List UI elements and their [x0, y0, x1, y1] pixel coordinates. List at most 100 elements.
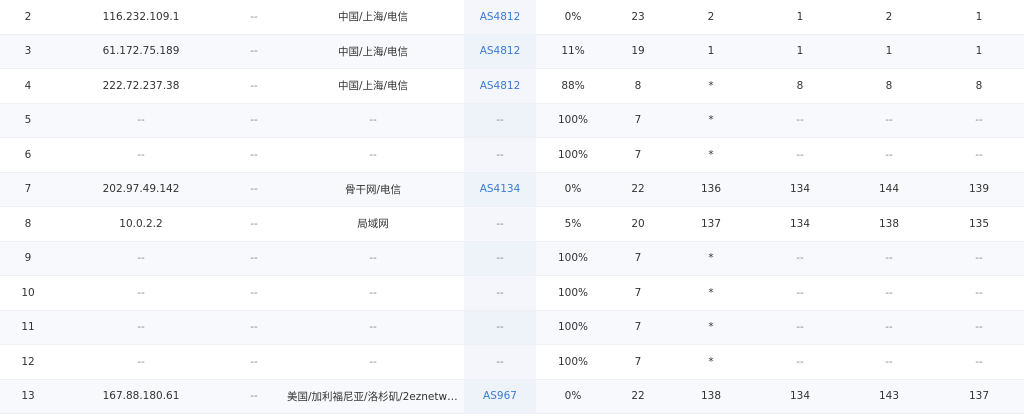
location-cell: 骨干网/电信: [344, 183, 402, 196]
worst-cell: 8: [975, 79, 983, 92]
asn-cell: --: [464, 138, 536, 172]
asn-cell: --: [464, 207, 536, 241]
hop-cell: 11: [21, 321, 35, 334]
avg-cell: --: [796, 321, 804, 334]
worst-cell: --: [975, 148, 983, 161]
best-cell: --: [885, 321, 893, 334]
table-row: 13 167.88.180.61 -- 美国/加利福尼亚/洛杉矶/2eznetwo..…: [0, 379, 1024, 414]
sent-cell: 22: [631, 183, 645, 196]
ip-cell: 116.232.109.1: [102, 10, 180, 23]
asn-cell[interactable]: AS4812: [464, 34, 536, 68]
sent-cell: 7: [634, 321, 642, 334]
best-cell: 143: [878, 390, 900, 403]
last-cell: 1: [707, 45, 715, 58]
table-row: 4 222.72.237.38 -- 中国/上海/电信 AS4812 88% 8 * 8 8 8: [0, 69, 1024, 104]
hostname-cell: --: [250, 148, 258, 161]
ip-cell: 222.72.237.38: [102, 79, 180, 92]
loss-cell: 0%: [564, 10, 582, 23]
hostname-cell: --: [250, 217, 258, 230]
hop-cell: 6: [24, 148, 32, 161]
sent-cell: 19: [631, 45, 645, 58]
best-cell: --: [885, 286, 893, 299]
loss-cell: 88%: [561, 79, 585, 92]
table-row: 10 -- -- -- -- 100% 7 * -- -- --: [0, 276, 1024, 311]
avg-cell: --: [796, 252, 804, 265]
loss-cell: 100%: [557, 114, 589, 127]
hop-cell: 8: [24, 217, 32, 230]
last-cell: 2: [707, 10, 715, 23]
table-row: 12 -- -- -- -- 100% 7 * -- -- --: [0, 345, 1024, 380]
table-row: 9 -- -- -- -- 100% 7 * -- -- --: [0, 241, 1024, 276]
location-cell: --: [369, 355, 377, 368]
ip-cell: --: [137, 148, 145, 161]
last-cell: *: [708, 252, 714, 265]
sent-cell: 22: [631, 390, 645, 403]
last-cell: 138: [700, 390, 722, 403]
avg-cell: 8: [796, 79, 804, 92]
asn-link[interactable]: AS4812: [480, 80, 521, 92]
hostname-cell: --: [250, 321, 258, 334]
worst-cell: 135: [968, 217, 990, 230]
avg-cell: --: [796, 286, 804, 299]
hop-cell: 10: [21, 286, 35, 299]
sent-cell: 23: [631, 10, 645, 23]
last-cell: *: [708, 321, 714, 334]
asn-link[interactable]: AS4134: [480, 183, 521, 195]
ip-cell: --: [137, 114, 145, 127]
asn-cell[interactable]: AS967: [464, 379, 536, 413]
best-cell: 8: [885, 79, 893, 92]
ip-cell: --: [137, 355, 145, 368]
asn-cell: --: [464, 276, 536, 310]
asn-link[interactable]: AS4812: [480, 45, 521, 57]
hostname-cell: --: [250, 390, 258, 403]
traceroute-table: 2 116.232.109.1 -- 中国/上海/电信 AS4812 0% 23 2 1 2 1 3 6…: [0, 0, 1024, 414]
last-cell: *: [708, 79, 714, 92]
hostname-cell: --: [250, 79, 258, 92]
best-cell: 138: [878, 217, 900, 230]
asn-cell[interactable]: AS4134: [464, 172, 536, 206]
hop-cell: 2: [24, 10, 32, 23]
last-cell: 136: [700, 183, 722, 196]
location-cell: --: [369, 286, 377, 299]
sent-cell: 7: [634, 114, 642, 127]
ip-cell: 61.172.75.189: [102, 45, 180, 58]
loss-cell: 5%: [564, 217, 582, 230]
asn-link[interactable]: AS4812: [480, 11, 521, 23]
hop-cell: 4: [24, 79, 32, 92]
worst-cell: 139: [968, 183, 990, 196]
worst-cell: --: [975, 355, 983, 368]
best-cell: 1: [885, 45, 893, 58]
worst-cell: 1: [975, 45, 983, 58]
loss-cell: 11%: [561, 45, 585, 58]
ip-cell: 10.0.2.2: [119, 217, 163, 230]
hostname-cell: --: [250, 114, 258, 127]
best-cell: --: [885, 114, 893, 127]
avg-cell: --: [796, 355, 804, 368]
last-cell: 137: [700, 217, 722, 230]
table-row: 5 -- -- -- -- 100% 7 * -- -- --: [0, 103, 1024, 138]
hop-cell: 13: [21, 390, 35, 403]
asn-cell[interactable]: AS4812: [464, 69, 536, 103]
last-cell: *: [708, 355, 714, 368]
asn-cell: --: [464, 103, 536, 137]
hostname-cell: --: [250, 252, 258, 265]
sent-cell: 20: [631, 217, 645, 230]
asn-cell: --: [464, 345, 536, 379]
asn-link[interactable]: AS967: [483, 390, 517, 402]
avg-cell: 1: [796, 10, 804, 23]
location-cell: 美国/加利福尼亚/洛杉矶/2eznetwo...: [287, 390, 459, 403]
asn-cell: --: [464, 241, 536, 275]
location-cell: 中国/上海/电信: [337, 11, 409, 24]
table-row: 8 10.0.2.2 -- 局域网 -- 5% 20 137 134 138 135: [0, 207, 1024, 242]
location-cell: 局域网: [357, 218, 389, 231]
ip-cell: 202.97.49.142: [102, 183, 180, 196]
hostname-cell: --: [250, 355, 258, 368]
location-cell: --: [369, 321, 377, 334]
sent-cell: 7: [634, 252, 642, 265]
best-cell: --: [885, 148, 893, 161]
table-row: 6 -- -- -- -- 100% 7 * -- -- --: [0, 138, 1024, 173]
hop-cell: 3: [24, 45, 32, 58]
avg-cell: 134: [789, 217, 811, 230]
worst-cell: --: [975, 286, 983, 299]
asn-cell[interactable]: AS4812: [464, 0, 536, 34]
